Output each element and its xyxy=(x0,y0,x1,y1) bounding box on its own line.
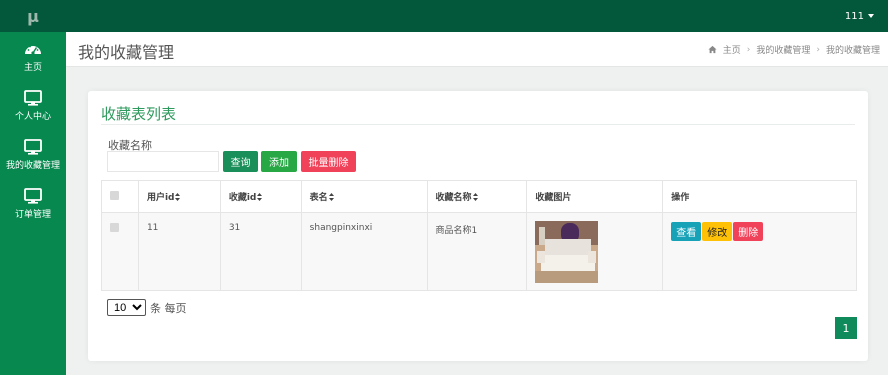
sidebar-item-label: 订单管理 xyxy=(14,209,51,220)
row-select-cell xyxy=(101,212,139,291)
monitor-icon xyxy=(24,138,42,155)
user-menu[interactable]: 111 xyxy=(845,0,874,32)
column-header-fav-id[interactable]: 收藏id xyxy=(219,180,302,213)
cell-table-name: shangpinxinxi xyxy=(300,212,428,291)
add-button[interactable]: 添加 xyxy=(261,151,297,172)
cell-fav-id: 31 xyxy=(219,212,302,291)
delete-button[interactable]: 删除 xyxy=(733,222,764,241)
sidebar-item-favorites[interactable]: 我的收藏管理 xyxy=(0,130,66,179)
sidebar-item-label: 个人中心 xyxy=(14,111,51,122)
breadcrumb-separator: › xyxy=(746,44,751,55)
home-icon xyxy=(708,45,717,54)
page-size-control: 10 条 每页 xyxy=(107,299,187,316)
column-header-fav-image: 收藏图片 xyxy=(526,180,664,213)
breadcrumb-current: 我的收藏管理 xyxy=(825,46,880,56)
breadcrumb: 主页 › 我的收藏管理 › 我的收藏管理 xyxy=(708,43,880,56)
table-header-row: 用户id 收藏id 表名 收藏名称 收藏图片 操作 xyxy=(101,180,857,213)
page-header: 我的收藏管理 主页 › 我的收藏管理 › 我的收藏管理 xyxy=(66,32,888,67)
sidebar-item-label: 主页 xyxy=(23,62,42,73)
dashboard-icon xyxy=(25,45,41,55)
card-title: 收藏表列表 xyxy=(101,105,177,123)
divider xyxy=(101,124,855,125)
cell-actions: 查看 修改 删除 xyxy=(662,212,857,291)
breadcrumb-separator: › xyxy=(816,44,820,55)
select-all-checkbox[interactable] xyxy=(110,190,119,200)
monitor-icon xyxy=(24,89,42,106)
user-name: 111 xyxy=(844,10,864,22)
select-all-cell xyxy=(101,180,139,213)
view-button[interactable]: 查看 xyxy=(671,222,702,241)
sort-icon xyxy=(472,193,478,201)
column-header-table-name[interactable]: 表名 xyxy=(300,180,428,213)
page-size-select[interactable]: 10 xyxy=(107,299,146,316)
cell-fav-name: 商品名称1 xyxy=(426,212,528,291)
cell-user-id: 11 xyxy=(137,212,221,291)
page-title: 我的收藏管理 xyxy=(78,43,175,62)
breadcrumb-item[interactable]: 我的收藏管理 xyxy=(756,43,810,56)
breadcrumb-home[interactable]: 主页 xyxy=(723,43,741,56)
batch-delete-button[interactable]: 批量删除 xyxy=(301,151,356,172)
sort-icon xyxy=(328,193,334,201)
column-header-actions: 操作 xyxy=(662,180,857,213)
favorite-name-input[interactable] xyxy=(107,151,219,172)
sidebar-item-home[interactable]: 主页 xyxy=(0,32,66,81)
favorites-table: 用户id 收藏id 表名 收藏名称 收藏图片 操作 11 31 shangpin… xyxy=(101,180,857,291)
sidebar-item-label: 我的收藏管理 xyxy=(5,160,60,171)
page-size-suffix: 条 每页 xyxy=(150,301,187,315)
bedroom-photo xyxy=(535,221,599,283)
column-header-user-id[interactable]: 用户id xyxy=(137,180,221,213)
favorites-card: 收藏表列表 收藏名称 查询 添加 批量删除 用户id 收藏id 表名 收藏名称 … xyxy=(88,91,868,361)
top-navbar: μ 111 xyxy=(0,0,888,32)
sidebar-item-profile[interactable]: 个人中心 xyxy=(0,81,66,130)
sort-icon xyxy=(257,193,263,201)
row-checkbox[interactable] xyxy=(110,223,119,232)
sidebar-item-orders[interactable]: 订单管理 xyxy=(0,179,66,228)
monitor-icon xyxy=(24,187,42,204)
page-button-current[interactable]: 1 xyxy=(835,317,857,339)
search-button[interactable]: 查询 xyxy=(223,151,258,172)
sort-icon xyxy=(175,193,181,201)
caret-down-icon xyxy=(868,14,874,18)
app-logo: μ xyxy=(27,6,39,26)
edit-button[interactable]: 修改 xyxy=(702,222,733,241)
row-actions: 查看 修改 删除 xyxy=(671,222,856,241)
sidebar: 主页 个人中心 我的收藏管理 订单管理 xyxy=(0,32,66,375)
table-row: 11 31 shangpinxinxi 商品名称1 查看 修改 删除 xyxy=(101,212,857,291)
column-header-fav-name[interactable]: 收藏名称 xyxy=(426,180,528,213)
cell-fav-image xyxy=(526,212,664,291)
